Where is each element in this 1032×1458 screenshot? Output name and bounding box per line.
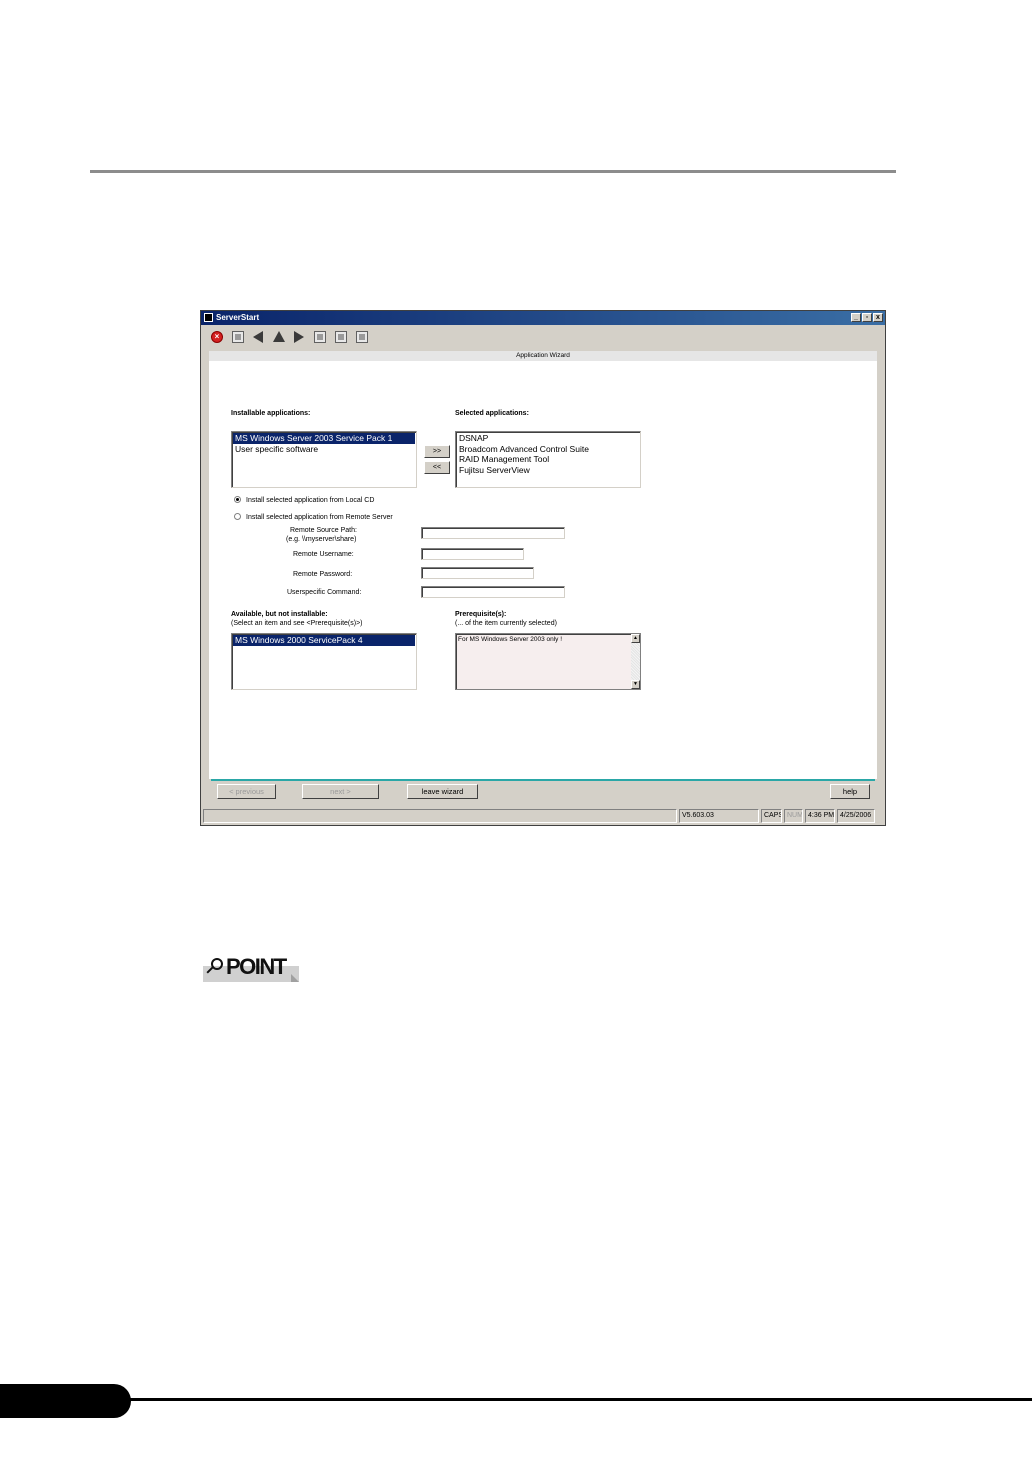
application-wizard-panel: Application Wizard Installable applicati… <box>209 351 877 779</box>
list-item[interactable]: MS Windows 2000 ServicePack 4 <box>233 635 415 646</box>
remote-username-label: Remote Username: <box>293 551 354 558</box>
up-icon[interactable] <box>273 331 285 342</box>
available-label: Available, but not installable: <box>231 611 328 618</box>
selected-label: Selected applications: <box>455 410 529 417</box>
restore-button[interactable]: ▫ <box>862 313 872 322</box>
status-time: 4:36 PM <box>805 809 835 823</box>
footer-rule <box>100 1398 1032 1401</box>
forward-icon[interactable] <box>294 331 304 343</box>
next-button[interactable]: next > <box>302 784 379 799</box>
point-badge-fold <box>291 974 299 982</box>
installable-label: Installable applications: <box>231 410 311 417</box>
prerequisite-hint: (... of the item currently selected) <box>455 620 557 627</box>
window-title: ServerStart <box>216 313 260 322</box>
list-item[interactable]: Fujitsu ServerView <box>457 465 639 476</box>
status-version: V5.603.03 <box>679 809 759 823</box>
available-hint: (Select an item and see <Prerequisite(s)… <box>231 620 363 627</box>
scroll-down-icon[interactable]: ▼ <box>631 680 640 689</box>
toolbar: × <box>201 327 885 349</box>
prerequisite-label: Prerequisite(s): <box>455 611 507 618</box>
userspecific-command-label: Userspecific Command: <box>287 589 362 596</box>
remote-source-label: Remote Source Path: <box>290 527 357 534</box>
userspecific-command-input[interactable] <box>421 586 565 598</box>
available-list[interactable]: MS Windows 2000 ServicePack 4 <box>231 633 417 690</box>
back-icon[interactable] <box>253 331 263 343</box>
status-message <box>203 809 677 823</box>
remote-password-input[interactable] <box>421 567 534 579</box>
list-item[interactable]: User specific software <box>233 444 415 455</box>
remote-password-label: Remote Password: <box>293 571 353 578</box>
window-icon[interactable] <box>335 331 347 343</box>
leave-wizard-button[interactable]: leave wizard <box>407 784 478 799</box>
home-icon[interactable] <box>232 331 244 343</box>
save-icon[interactable] <box>314 331 326 343</box>
help-button[interactable]: help <box>830 784 870 799</box>
list-item[interactable]: DSNAP <box>457 433 639 444</box>
point-label: POINT <box>226 954 287 979</box>
radio-remote-server[interactable] <box>234 513 241 520</box>
remove-button[interactable]: << <box>424 461 450 474</box>
status-caps: CAPS <box>761 809 782 823</box>
title-bar: ServerStart _ ▫ x <box>201 311 885 325</box>
serverstart-window: ServerStart _ ▫ x × Application Wizard I… <box>200 310 886 826</box>
previous-button[interactable]: < previous <box>217 784 276 799</box>
grid-icon[interactable] <box>356 331 368 343</box>
close-button[interactable]: x <box>873 313 883 322</box>
prerequisite-scrollbar[interactable]: ▲ ▼ <box>631 634 640 689</box>
app-icon <box>204 313 213 322</box>
add-button[interactable]: >> <box>424 445 450 458</box>
remote-source-input[interactable] <box>421 527 565 539</box>
radio-local-cd-label: Install selected application from Local … <box>246 497 375 504</box>
radio-remote-server-label: Install selected application from Remote… <box>246 514 393 521</box>
point-badge: POINT <box>203 954 301 984</box>
prerequisite-text: For MS Windows Server 2003 only ! <box>458 636 563 643</box>
installable-list[interactable]: MS Windows Server 2003 Service Pack 1 Us… <box>231 431 417 488</box>
radio-local-cd[interactable] <box>234 496 241 503</box>
wizard-header: Application Wizard <box>209 351 877 361</box>
scroll-up-icon[interactable]: ▲ <box>631 634 640 643</box>
page-number-tab <box>0 1384 131 1418</box>
list-item[interactable]: Broadcom Advanced Control Suite <box>457 444 639 455</box>
status-date: 4/25/2006 <box>837 809 875 823</box>
wizard-separator <box>211 779 875 781</box>
remote-source-hint: (e.g. \\myserver\share) <box>286 536 357 543</box>
status-bar: V5.603.03 CAPS NUM 4:36 PM 4/25/2006 <box>203 809 883 824</box>
header-rule <box>90 170 896 173</box>
list-item[interactable]: MS Windows Server 2003 Service Pack 1 <box>233 433 415 444</box>
remote-username-input[interactable] <box>421 548 524 560</box>
status-num: NUM <box>784 809 803 823</box>
prerequisite-textarea[interactable]: For MS Windows Server 2003 only ! ▲ ▼ <box>455 633 641 690</box>
selected-list[interactable]: DSNAP Broadcom Advanced Control Suite RA… <box>455 431 641 488</box>
stop-icon[interactable]: × <box>211 331 223 343</box>
list-item[interactable]: RAID Management Tool <box>457 454 639 465</box>
minimize-button[interactable]: _ <box>851 313 861 322</box>
